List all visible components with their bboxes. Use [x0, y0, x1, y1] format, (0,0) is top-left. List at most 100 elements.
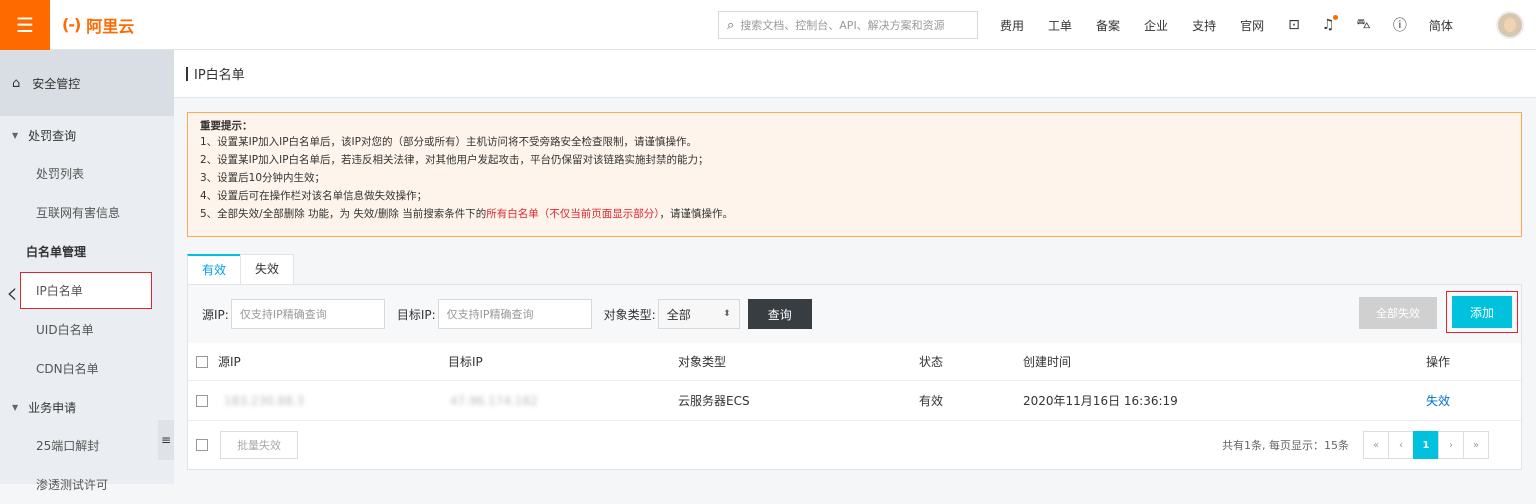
object-type-value: 全部	[666, 307, 691, 322]
src-ip-input[interactable]: 仅支持IP精确查询	[230, 299, 385, 329]
batch-disable-button[interactable]: 批量失效	[220, 431, 298, 459]
footer-select-all-checkbox[interactable]	[196, 439, 208, 451]
object-type-select[interactable]: 全部 ⬍	[657, 299, 740, 329]
object-type-label: 对象类型:	[603, 307, 656, 322]
logo-mark: (-)	[62, 15, 81, 34]
sidebar-group-whitelist[interactable]: 白名单管理	[0, 232, 174, 271]
nav-website[interactable]: 官网	[1240, 17, 1264, 34]
tab-inactive[interactable]: 失效	[240, 254, 295, 284]
bell-icon[interactable]: ♫	[1322, 15, 1339, 33]
sidebar-toggle-icon[interactable]: ≡	[158, 420, 174, 460]
sidebar-item-label: 25端口解封	[36, 439, 100, 453]
page-1-button[interactable]: 1	[1413, 431, 1439, 459]
cell-src-ip: 183.230.88.3	[224, 393, 305, 408]
sidebar-item-penalty-list[interactable]: 处罚列表	[0, 154, 174, 193]
notice-box: 重要提示： 1、设置某IP加入IP白名单后，该IP对您的（部分或所有）主机访问将…	[187, 112, 1522, 237]
notice-line: 5、全部失效/全部删除 功能，为 失效/删除 当前搜索条件下的所有白名单（不仅当…	[200, 205, 1509, 223]
cell-action-disable[interactable]: 失效	[1426, 392, 1450, 409]
disable-all-button[interactable]: 全部失效	[1359, 297, 1437, 329]
notice-line: 2、设置某IP加入IP白名单后，若违反相关法律，对其他用户发起攻击，平台仍保留对…	[200, 154, 709, 166]
sidebar-item-label: CDN白名单	[36, 362, 99, 376]
pagination-summary: 共有1条, 每页显示：15条	[1222, 439, 1349, 452]
sidebar-item-ip-whitelist[interactable]: IP白名单	[0, 271, 174, 310]
row-checkbox[interactable]	[196, 394, 208, 407]
notice-warning-text: 所有白名单（不仅当前页面显示部分）	[486, 208, 660, 220]
filter-bar: 源IP: 仅支持IP精确查询 目标IP: 仅支持IP精确查询 对象类型: 全部 …	[188, 285, 1521, 343]
last-page-button[interactable]: »	[1463, 431, 1489, 459]
sidebar-item-uid-whitelist[interactable]: UID白名单	[0, 310, 174, 349]
terminal-icon[interactable]: ⊡	[1288, 17, 1300, 33]
sidebar-item-label: IP白名单	[36, 284, 83, 298]
notification-dot	[1333, 15, 1339, 20]
sidebar-group-label: 白名单管理	[26, 245, 87, 259]
select-arrows-icon: ⬍	[723, 309, 731, 319]
add-button-highlight: 添加	[1446, 291, 1518, 333]
col-status: 状态	[919, 355, 944, 369]
top-nav: 费用 工单 备案 企业 支持 官网 ⊡ ♫ ⛍ ⓘ 简体	[1000, 0, 1477, 50]
nav-enterprise[interactable]: 企业	[1144, 17, 1168, 34]
nav-fees[interactable]: 费用	[1000, 17, 1024, 34]
sidebar-item-label: 处罚列表	[36, 167, 85, 181]
search-icon: ⌕	[727, 17, 735, 33]
top-bar: ☰ (-) 阿里云 ⌕ 搜索文档、控制台、API、解决方案和资源 费用 工单 备…	[0, 0, 1536, 50]
table-row: 183.230.88.3 47.96.174.182 云服务器ECS 有效 20…	[188, 381, 1521, 421]
cell-object-type: 云服务器ECS	[678, 394, 750, 408]
sidebar-item-pentest[interactable]: 渗透测试许可	[0, 465, 174, 504]
page-title: IP白名单	[194, 68, 245, 83]
nav-icp[interactable]: 备案	[1096, 17, 1120, 34]
sidebar-item-cdn-whitelist[interactable]: CDN白名单	[0, 349, 174, 388]
next-page-button[interactable]: ›	[1438, 431, 1464, 459]
notice-title: 重要提示：	[200, 120, 253, 132]
col-action: 操作	[1426, 355, 1451, 369]
dst-ip-input[interactable]: 仅支持IP精确查询	[437, 299, 592, 329]
aliyun-logo[interactable]: (-) 阿里云	[62, 13, 134, 37]
sidebar-header[interactable]: ⌂ 安全管控	[0, 50, 174, 116]
sidebar-header-label: 安全管控	[32, 76, 81, 91]
select-all-checkbox[interactable]	[196, 355, 208, 368]
sidebar-item-label: 互联网有害信息	[36, 206, 121, 220]
tab-active[interactable]: 有效	[187, 254, 242, 284]
menu-icon[interactable]: ☰	[0, 0, 50, 50]
nav-tickets[interactable]: 工单	[1048, 17, 1072, 34]
src-ip-placeholder: 仅支持IP精确查询	[239, 308, 327, 321]
col-object-type: 对象类型	[678, 355, 727, 369]
pagination: « ‹ 1 › »	[1363, 431, 1489, 459]
caret-down-icon: ▼	[12, 130, 19, 140]
dst-ip-label: 目标IP:	[396, 307, 436, 322]
status-tabs: 有效 失效	[187, 254, 295, 284]
cell-created: 2020年11月16日 16:36:19	[1023, 394, 1178, 408]
notice-line: 3、设置后10分钟内生效；	[200, 172, 326, 184]
whitelist-panel: 源IP: 仅支持IP精确查询 目标IP: 仅支持IP精确查询 对象类型: 全部 …	[187, 284, 1522, 470]
sidebar-item-label: 渗透测试许可	[36, 478, 109, 492]
src-ip-label: 源IP:	[202, 307, 229, 322]
nav-support[interactable]: 支持	[1192, 17, 1216, 34]
cart-icon[interactable]: ⛍	[1356, 16, 1370, 34]
search-placeholder: 搜索文档、控制台、API、解决方案和资源	[740, 19, 945, 32]
query-button[interactable]: 查询	[747, 299, 812, 329]
col-dst-ip: 目标IP	[448, 355, 483, 369]
home-icon: ⌂	[12, 75, 21, 91]
sidebar-item-port25[interactable]: 25端口解封	[0, 426, 174, 465]
sidebar-group-business[interactable]: ▼ 业务申请	[0, 388, 174, 426]
chevron-left-icon[interactable]: ‹	[6, 276, 18, 311]
notice-line-text: ，请谨慎操作。	[659, 208, 734, 220]
sidebar-group-penalty[interactable]: ▼ 处罚查询	[0, 116, 174, 154]
avatar-face	[1504, 18, 1516, 32]
sidebar-item-label: UID白名单	[36, 323, 94, 337]
search-input[interactable]: ⌕ 搜索文档、控制台、API、解决方案和资源	[718, 11, 978, 39]
sidebar: ⌂ 安全管控 ▼ 处罚查询 处罚列表 互联网有害信息 白名单管理 IP白名单 U…	[0, 50, 174, 492]
lang-switch[interactable]: 简体	[1429, 17, 1453, 34]
col-created: 创建时间	[1023, 355, 1072, 369]
help-icon[interactable]: ⓘ	[1393, 15, 1407, 35]
first-page-button[interactable]: «	[1363, 431, 1389, 459]
sidebar-item-harmful-info[interactable]: 互联网有害信息	[0, 193, 174, 232]
cell-status: 有效	[919, 394, 944, 408]
notice-line: 4、设置后可在操作栏对该名单信息做失效操作；	[200, 190, 428, 202]
prev-page-button[interactable]: ‹	[1388, 431, 1414, 459]
notice-line: 1、设置某IP加入IP白名单后，该IP对您的（部分或所有）主机访问将不受旁路安全…	[200, 136, 697, 148]
notice-line-text: 5、全部失效/全部删除 功能，为 失效/删除 当前搜索条件下的	[200, 208, 487, 220]
add-button[interactable]: 添加	[1452, 296, 1512, 328]
logo-text: 阿里云	[86, 16, 135, 36]
user-avatar[interactable]	[1496, 11, 1524, 39]
sidebar-group-label: 处罚查询	[28, 128, 77, 143]
